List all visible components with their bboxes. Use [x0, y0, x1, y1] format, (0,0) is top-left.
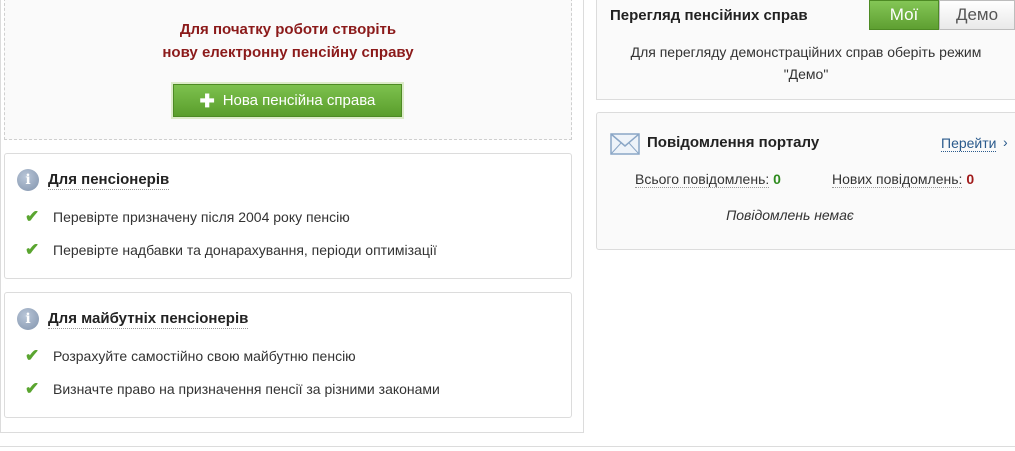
list-item-label: Перевірте надбавки та донарахування, пер… — [53, 242, 437, 258]
list-item-label: Визначте право на призначення пенсії за … — [53, 381, 440, 397]
list-item[interactable]: ✔ Перевірте надбавки та донарахування, п… — [25, 240, 437, 259]
list-item-label: Перевірте призначену після 2004 року пен… — [53, 209, 350, 225]
start-prompt-line2: нову електронну пенсійну справу — [162, 44, 414, 61]
list-item[interactable]: ✔ Розрахуйте самостійно свою майбутню пе… — [25, 346, 356, 365]
new-messages-value: 0 — [966, 171, 975, 187]
view-cases-panel: Перегляд пенсійних справ Мої Демо Для пе… — [596, 0, 1015, 100]
checkmark-icon: ✔ — [25, 240, 40, 259]
start-prompt: Для початку роботи створіть нову електро… — [5, 18, 571, 64]
portal-messages-title: Повідомлення порталу — [647, 134, 820, 151]
total-messages-label: Всього повідомлень: — [635, 171, 770, 188]
go-to-messages-link[interactable]: Перейти — [941, 135, 997, 152]
no-messages-text: Повідомлень немає — [597, 207, 1015, 223]
envelope-icon — [610, 133, 640, 155]
list-item-label: Розрахуйте самостійно свою майбутню пенс… — [53, 348, 356, 364]
list-item[interactable]: ✔ Визначте право на призначення пенсії з… — [25, 379, 440, 398]
start-prompt-line1: Для початку роботи створіть — [179, 21, 397, 38]
chevron-right-icon[interactable]: › — [1003, 134, 1008, 150]
checkmark-icon: ✔ — [25, 379, 40, 398]
view-cases-title: Перегляд пенсійних справ — [610, 7, 808, 24]
new-messages-label: Нових повідомлень: — [832, 171, 963, 188]
future-pensioners-title[interactable]: Для майбутніх пенсіонерів — [48, 310, 249, 329]
list-item[interactable]: ✔ Перевірте призначену після 2004 року п… — [25, 207, 350, 226]
checkmark-icon: ✔ — [25, 207, 40, 226]
future-pensioners-card-header: i Для майбутніх пенсіонерів — [17, 308, 249, 330]
checkmark-icon: ✔ — [25, 346, 40, 365]
new-pension-case-button[interactable]: ✚ Нова пенсійна справа — [173, 84, 402, 117]
total-messages-value: 0 — [773, 171, 781, 187]
info-icon: i — [17, 308, 39, 330]
demo-toggle-button[interactable]: Демо — [939, 0, 1015, 30]
pensioners-card: i Для пенсіонерів ✔ Перевірте призначену… — [4, 153, 572, 279]
new-messages-count: Нових повідомлень: 0 — [832, 171, 975, 188]
view-cases-note: Для перегляду демонстраційних справ обер… — [630, 44, 982, 82]
pensioners-card-header: i Для пенсіонерів — [17, 169, 170, 191]
start-panel: Для початку роботи створіть нову електро… — [4, 0, 572, 140]
total-messages-count: Всього повідомлень: 0 — [635, 171, 781, 188]
plus-icon: ✚ — [199, 90, 215, 111]
future-pensioners-card: i Для майбутніх пенсіонерів ✔ Розрахуйте… — [4, 292, 572, 418]
no-messages-label: Повідомлень немає — [726, 207, 854, 223]
portal-messages-panel: Повідомлення порталу Перейти › Всього по… — [596, 112, 1015, 250]
left-column: Для початку роботи створіть нову електро… — [0, 0, 584, 433]
divider — [0, 446, 1015, 447]
pensioners-title[interactable]: Для пенсіонерів — [48, 171, 170, 190]
mine-toggle-button[interactable]: Мої — [869, 0, 939, 30]
new-pension-case-label: Нова пенсійна справа — [222, 92, 376, 109]
info-icon: i — [17, 169, 39, 191]
